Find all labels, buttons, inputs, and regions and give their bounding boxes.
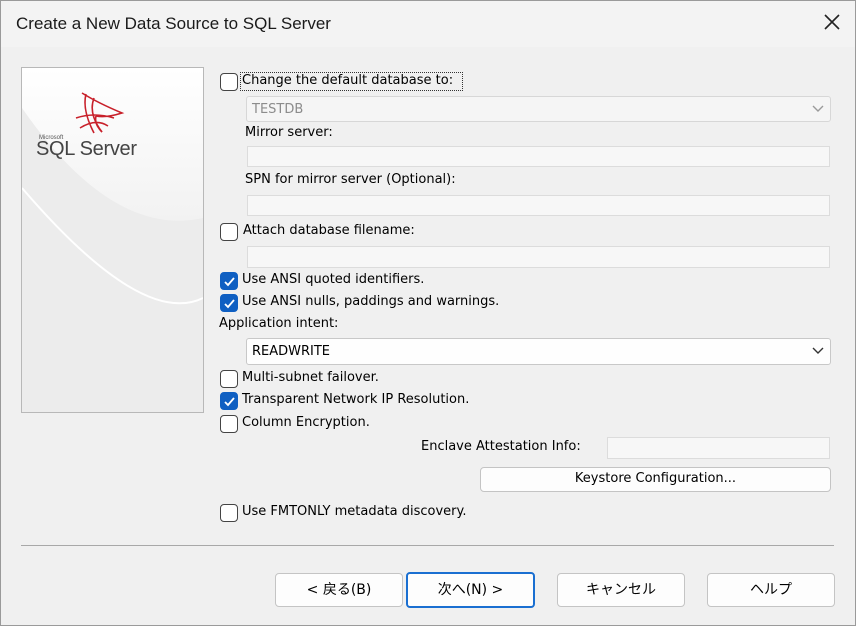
sql-server-logo: Microsoft SQL Server xyxy=(36,88,156,160)
ansi-nulls-label[interactable]: Use ANSI nulls, paddings and warnings. xyxy=(242,294,499,309)
sql-server-banner: Microsoft SQL Server xyxy=(21,67,204,413)
sql-server-logo-icon xyxy=(75,92,125,134)
app-intent-label: Application intent: xyxy=(219,316,339,331)
keystore-configuration-button[interactable]: Keystore Configuration... xyxy=(480,467,831,492)
fmtonly-label[interactable]: Use FMTONLY metadata discovery. xyxy=(242,504,467,519)
transparent-ip-label[interactable]: Transparent Network IP Resolution. xyxy=(242,392,469,407)
mirror-server-input[interactable] xyxy=(247,146,830,167)
dialog-window: Create a New Data Source to SQL Server M xyxy=(0,0,856,626)
ansi-quoted-checkbox[interactable] xyxy=(220,272,238,290)
multi-subnet-checkbox[interactable] xyxy=(220,370,238,388)
attach-db-checkbox[interactable] xyxy=(220,223,238,241)
chevron-down-icon xyxy=(812,347,824,354)
column-encryption-label[interactable]: Column Encryption. xyxy=(242,415,370,430)
title-bar: Create a New Data Source to SQL Server xyxy=(1,1,855,47)
mirror-server-label: Mirror server: xyxy=(245,125,333,140)
transparent-ip-checkbox[interactable] xyxy=(220,392,238,410)
column-encryption-checkbox[interactable] xyxy=(220,415,238,433)
cancel-button[interactable]: キャンセル xyxy=(557,573,685,607)
product-label: SQL Server xyxy=(36,138,137,160)
chevron-down-icon xyxy=(812,105,824,112)
change-default-db-checkbox[interactable] xyxy=(220,73,238,91)
ansi-quoted-label[interactable]: Use ANSI quoted identifiers. xyxy=(242,272,424,287)
next-button[interactable]: 次へ(N) > xyxy=(406,572,535,608)
help-button[interactable]: ヘルプ xyxy=(707,573,835,607)
spn-input[interactable] xyxy=(247,195,830,216)
window-title: Create a New Data Source to SQL Server xyxy=(16,14,331,33)
spn-label: SPN for mirror server (Optional): xyxy=(245,172,456,187)
default-db-combo[interactable]: TESTDB xyxy=(246,96,831,122)
default-db-value: TESTDB xyxy=(252,102,304,117)
attach-db-input[interactable] xyxy=(247,246,830,268)
close-icon[interactable] xyxy=(821,11,843,33)
app-intent-value: READWRITE xyxy=(252,344,331,359)
checkmark-icon xyxy=(224,277,235,287)
change-default-db-label[interactable]: Change the default database to: xyxy=(242,73,453,88)
multi-subnet-label[interactable]: Multi-subnet failover. xyxy=(242,370,379,385)
fmtonly-checkbox[interactable] xyxy=(220,504,238,522)
checkmark-icon xyxy=(224,299,235,309)
back-button[interactable]: < 戻る(B) xyxy=(275,573,403,607)
app-intent-combo[interactable]: READWRITE xyxy=(246,338,831,365)
enclave-label: Enclave Attestation Info: xyxy=(421,439,581,454)
checkmark-icon xyxy=(224,397,235,407)
footer-divider xyxy=(21,545,834,546)
enclave-input[interactable] xyxy=(607,437,830,459)
attach-db-label[interactable]: Attach database filename: xyxy=(243,223,415,238)
ansi-nulls-checkbox[interactable] xyxy=(220,294,238,312)
